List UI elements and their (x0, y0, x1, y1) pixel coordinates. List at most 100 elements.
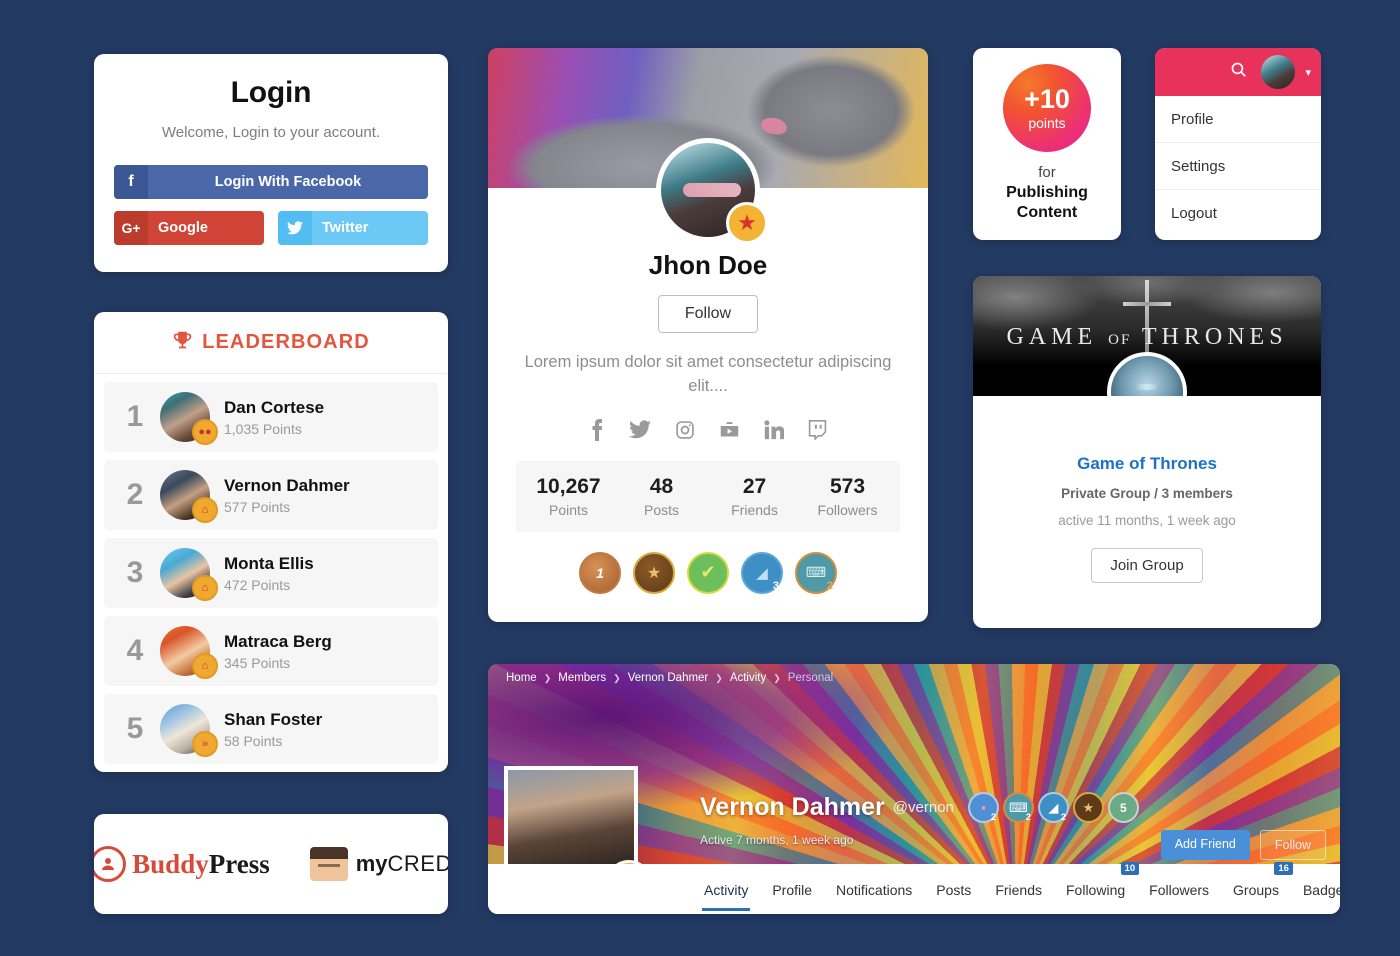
linkedin-icon[interactable] (764, 419, 784, 441)
breadcrumb-item-member[interactable]: Vernon Dahmer (628, 672, 709, 684)
group-name[interactable]: Game of Thrones (993, 454, 1301, 474)
tab-friends[interactable]: Friends (995, 868, 1042, 911)
group-card: GAME OF THRONES Game of Thrones Private … (973, 276, 1321, 628)
tab-followers[interactable]: Followers (1149, 868, 1209, 911)
login-with-facebook-button[interactable]: f Login With Facebook (114, 165, 428, 199)
stat-followers: 573 Followers (801, 475, 894, 518)
tab-groups[interactable]: Groups 16 (1233, 861, 1293, 911)
avatar[interactable]: ★ (656, 138, 768, 244)
chevron-right-icon: ❯ (543, 672, 552, 683)
leaderboard-name: Monta Ellis (224, 553, 314, 573)
leaderboard-rank: 5 (126, 712, 144, 745)
stat-label: Points (549, 501, 588, 518)
points-amount: +10 (1024, 83, 1070, 114)
comment-badge[interactable]: ▪ 2 (967, 792, 999, 823)
rank-badge-icon: ●● (192, 419, 218, 445)
badge-count: 2 (826, 579, 833, 592)
list-item[interactable]: 2 ⌂ Vernon Dahmer 577 Points (104, 460, 438, 530)
follow-button[interactable]: Follow (657, 295, 759, 333)
speech-bubble-badge[interactable]: ◢ 2 (1037, 792, 1069, 823)
breadcrumb: Home ❯ Members ❯ Vernon Dahmer ❯ Activit… (488, 664, 1340, 692)
list-item[interactable]: 4 ⌂ Matraca Berg 345 Points (104, 616, 438, 686)
breadcrumb-item-home[interactable]: Home (506, 672, 537, 684)
leaderboard-list: 1 ●● Dan Cortese 1,035 Points 2 ⌂ Vernon… (94, 374, 448, 772)
sheriff-star-badge[interactable]: ★ (633, 551, 675, 594)
search-icon[interactable] (1230, 61, 1247, 83)
breadcrumb-item-activity[interactable]: Activity (730, 672, 766, 684)
rank-badge-icon: ⌂ (192, 497, 218, 523)
tab-label: Posts (936, 881, 972, 898)
keyboard-badge[interactable]: ⌨ 2 (795, 551, 837, 594)
facebook-button-label: Login With Facebook (214, 174, 362, 190)
points-circle: +10 points (1003, 64, 1091, 152)
buddypress-icon (94, 846, 127, 882)
tab-label: Groups (1233, 881, 1279, 898)
twitter-icon[interactable] (629, 419, 651, 441)
list-item[interactable]: 3 ⌂ Monta Ellis 472 Points (104, 538, 438, 608)
member-handle: @vernon (892, 799, 954, 816)
stat-label: Friends (731, 501, 778, 518)
speech-bubble-badge[interactable]: ◢ 3 (741, 551, 783, 594)
social-links (516, 418, 900, 441)
join-group-button[interactable]: Join Group (1091, 548, 1203, 583)
avatar[interactable] (1261, 55, 1296, 89)
member-profile-banner: Home ❯ Members ❯ Vernon Dahmer ❯ Activit… (488, 664, 1340, 914)
follow-button[interactable]: Follow (1259, 830, 1326, 860)
google-button-label: Google (158, 220, 208, 236)
tab-notifications[interactable]: Notifications (836, 868, 912, 911)
member-nav-tabs: Activity Profile Notifications Posts Fri… (488, 861, 1340, 914)
check-verified-badge[interactable]: ✔ (687, 551, 729, 594)
leaderboard-points: 58 Points (224, 732, 283, 749)
sheriff-star-badge[interactable]: ★ (1072, 792, 1104, 823)
leaderboard-name: Matraca Berg (224, 631, 332, 651)
tab-badges[interactable]: Badges (1303, 868, 1340, 911)
avatar: ●● (160, 392, 218, 445)
login-with-twitter-button[interactable]: Twitter (278, 211, 428, 245)
tab-label: Following (1066, 881, 1126, 898)
buddypress-logo-bold: Buddy (132, 848, 209, 879)
avatar: ⌂ (160, 470, 218, 523)
user-dropdown-card: ▾ Profile Settings Logout (1155, 48, 1321, 240)
menu-item-logout[interactable]: Logout (1155, 190, 1321, 237)
twitch-icon[interactable] (808, 419, 827, 441)
buddypress-logo: BuddyPress (94, 846, 270, 882)
tab-label: Notifications (836, 881, 913, 898)
points-unit: points (1028, 114, 1066, 131)
points-award-card: +10 points for Publishing Content (973, 48, 1121, 240)
avatar: ⌂ (160, 548, 218, 601)
menu-item-settings[interactable]: Settings (1155, 143, 1321, 190)
login-with-google-button[interactable]: G+ Google (114, 211, 264, 245)
tab-activity[interactable]: Activity (701, 868, 751, 911)
profile-card: ★ Jhon Doe Follow Lorem ipsum dolor sit … (488, 48, 928, 622)
rank-badge-icon: » (192, 731, 218, 757)
tab-label: Followers (1149, 881, 1210, 898)
menu-item-profile[interactable]: Profile (1155, 96, 1321, 143)
facebook-icon: f (114, 165, 148, 199)
chevron-right-icon: ❯ (773, 672, 781, 683)
breadcrumb-item-personal: Personal (787, 672, 834, 684)
list-item[interactable]: 1 ●● Dan Cortese 1,035 Points (104, 382, 438, 452)
list-item[interactable]: 5 » Shan Foster 58 Points (104, 694, 438, 764)
mycred-logo-bold: my (355, 851, 388, 876)
medal-first-place-badge[interactable]: 1 (579, 551, 621, 594)
medal-fifth-badge[interactable]: 5 (1107, 792, 1139, 823)
profile-bio: Lorem ipsum dolor sit amet consectetur a… (524, 353, 892, 395)
add-friend-button[interactable]: Add Friend (1160, 830, 1250, 860)
page-root: Login Welcome, Login to your account. f … (0, 0, 1400, 956)
plugin-logos-card: BuddyPress myCRED (94, 814, 448, 914)
group-avatar[interactable] (1107, 352, 1187, 396)
breadcrumb-item-members[interactable]: Members (558, 672, 606, 684)
keyboard-badge[interactable]: ⌨ 2 (1002, 792, 1034, 823)
chevron-down-icon[interactable]: ▾ (1305, 66, 1311, 79)
badge-count: 2 (1060, 812, 1066, 822)
tab-following[interactable]: Following 10 (1066, 861, 1140, 911)
instagram-icon[interactable] (675, 419, 695, 441)
facebook-icon[interactable] (589, 418, 605, 441)
youtube-icon[interactable] (719, 419, 740, 441)
tab-profile[interactable]: Profile (772, 868, 812, 911)
buddypress-logo-rest: Press (208, 848, 270, 879)
rank-badge-icon: ⌂ (192, 575, 218, 601)
tab-posts[interactable]: Posts (936, 868, 971, 911)
achievement-badges: 1 ★ ✔ ◢ 3 ⌨ 2 (516, 551, 900, 594)
group-cover-text-of: OF (1108, 332, 1132, 348)
